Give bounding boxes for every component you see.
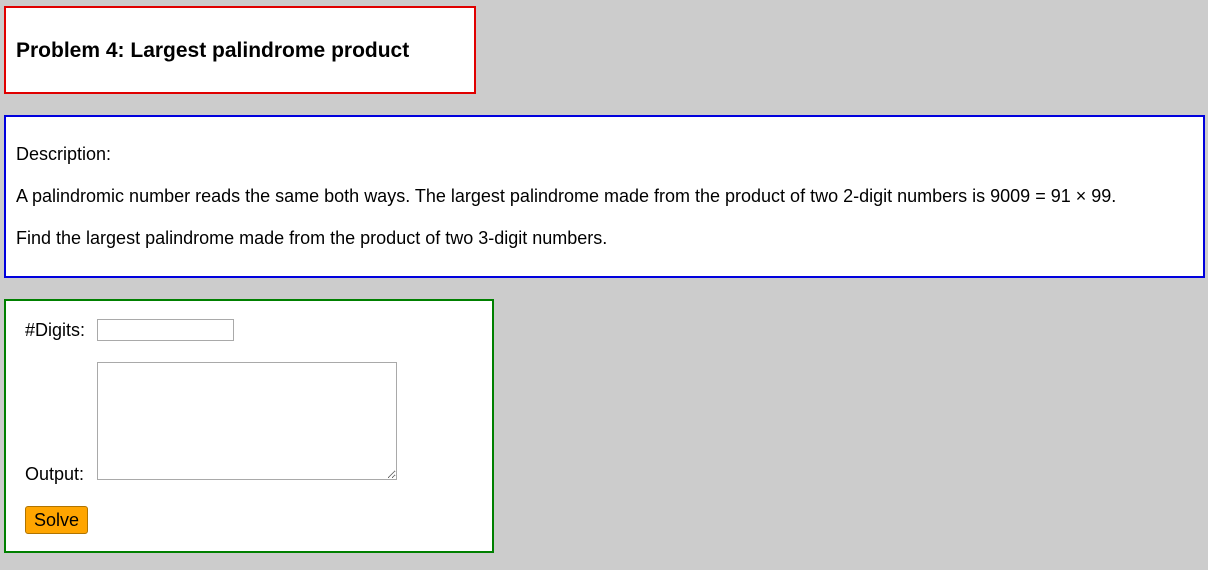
title-panel: Problem 4: Largest palindrome product — [4, 6, 476, 94]
output-textarea[interactable] — [97, 362, 397, 480]
solve-button[interactable]: Solve — [25, 506, 88, 534]
description-paragraph-1: A palindromic number reads the same both… — [16, 186, 1117, 206]
digits-label: #Digits: — [25, 320, 86, 340]
description-paragraph-2: Find the largest palindrome made from th… — [16, 228, 608, 248]
description-heading: Description: — [16, 144, 112, 164]
digits-input[interactable] — [97, 319, 234, 341]
output-label: Output: — [25, 464, 85, 484]
solver-panel: #Digits: Output: Solve — [4, 299, 494, 553]
page-title: Problem 4: Largest palindrome product — [16, 39, 410, 62]
description-panel: Description: A palindromic number reads … — [4, 115, 1205, 278]
